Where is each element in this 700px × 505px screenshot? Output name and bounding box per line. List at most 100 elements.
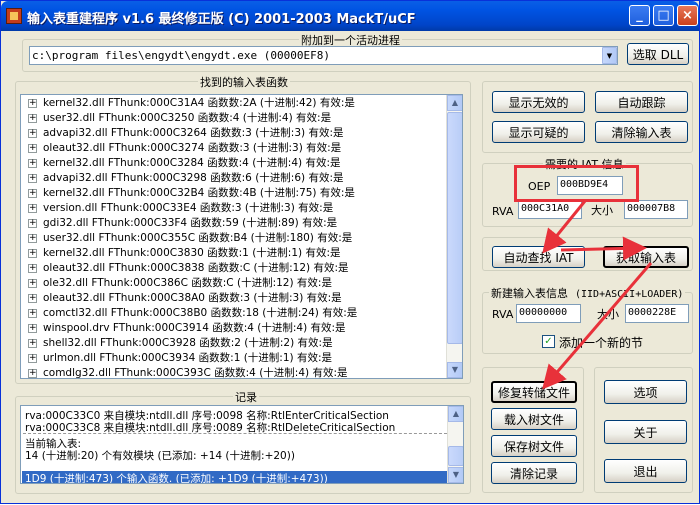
import-tree-row-label: comdlg32.dll FThunk:000C393C 函数数:4 (十进制:… [43,367,348,379]
size-label: 大小 [591,204,613,217]
imports-tree-rows: + kernel32.dll FThunk:000C31A4 函数数:2A (十进… [21,96,447,379]
get-imports-button[interactable]: 获取输入表 [603,246,689,268]
import-tree-row[interactable]: + oleaut32.dll FThunk:000C3838 函数数:C (十进制… [21,261,447,276]
import-tree-row-label: oleaut32.dll FThunk:000C3838 函数数:C (十进制:… [43,262,349,274]
expand-plus-icon[interactable]: + [28,189,37,198]
expand-plus-icon[interactable]: + [28,204,37,213]
log-separator [23,433,447,434]
import-tree-row-label: winspool.drv FThunk:000C3914 函数数:4 (十进制:… [43,322,346,334]
add-section-label: 添加一个新的节 [559,336,644,350]
import-tree-row[interactable]: + kernel32.dll FThunk:000C3284 函数数:4 (十进制… [21,156,447,171]
expand-plus-icon[interactable]: + [28,279,37,288]
import-tree-row[interactable]: + ole32.dll FThunk:000C386C 函数数:C (十进制:12… [21,276,447,291]
iat-size-field[interactable]: 000007B8 [624,200,688,219]
imports-scroll-thumb[interactable] [447,112,462,344]
auto-trace-button[interactable]: 自动跟踪 [595,91,688,113]
expand-plus-icon[interactable]: + [28,369,37,378]
import-tree-row[interactable]: + user32.dll FThunk:000C355C 函数数:B4 (十进制:… [21,231,447,246]
import-tree-row[interactable]: + advapi32.dll FThunk:000C3298 函数数:6 (十进制… [21,171,447,186]
options-button[interactable]: 选项 [604,380,687,404]
process-dropdown-arrow[interactable]: ▼ [602,47,617,64]
close-button[interactable]: × [677,5,698,26]
log-line: 14 (十进制:20) 个有效模块 (已添加: +14 (十进制:+20)) [25,450,295,462]
import-tree-row[interactable]: + gdi32.dll FThunk:000C33F4 函数数:59 (十进制:8… [21,216,447,231]
clear-imports-button[interactable]: 清除输入表 [595,121,688,143]
import-tree-row[interactable]: + version.dll FThunk:000C33E4 函数数:3 (十进制:… [21,201,447,216]
import-tree-row[interactable]: + comctl32.dll FThunk:000C38B0 函数数:18 (十进… [21,306,447,321]
scroll-up-icon[interactable]: ▲ [448,406,463,422]
expand-plus-icon[interactable]: + [28,324,37,333]
new-rva-label: RVA [492,308,514,321]
about-button[interactable]: 关于 [604,420,687,444]
import-tree-row[interactable]: + shell32.dll FThunk:000C3928 函数数:2 (十进制:… [21,336,447,351]
import-tree-row[interactable]: + winspool.drv FThunk:000C3914 函数数:4 (十进制… [21,321,447,336]
add-section-checkbox[interactable]: ✓ [542,335,555,348]
window-title: 输入表重建程序 v1.6 最终修正版 (C) 2001-2003 MackT/u… [27,12,416,27]
import-tree-row-label: comctl32.dll FThunk:000C38B0 函数数:18 (十进制… [43,307,358,319]
rva-label: RVA [492,205,514,218]
clear-log-button[interactable]: 清除记录 [491,462,577,484]
scroll-down-icon[interactable]: ▼ [448,467,463,483]
scroll-up-icon[interactable]: ▲ [447,95,462,111]
import-tree-row[interactable]: + oleaut32.dll FThunk:000C38A0 函数数:3 (十进制… [21,291,447,306]
expand-plus-icon[interactable]: + [28,234,37,243]
import-tree-row-label: shell32.dll FThunk:000C3928 函数数:2 (十进制:2… [43,337,333,349]
fix-dump-button[interactable]: 修复转储文件 [491,381,577,403]
save-tree-button[interactable]: 保存树文件 [491,435,577,457]
exit-button[interactable]: 退出 [604,459,687,483]
oep-highlight-box [514,165,639,202]
expand-plus-icon[interactable]: + [28,339,37,348]
main-window: 输入表重建程序 v1.6 最终修正版 (C) 2001-2003 MackT/u… [0,0,700,504]
show-invalid-button[interactable]: 显示无效的 [492,91,585,113]
expand-plus-icon[interactable]: + [28,294,37,303]
import-tree-row-label: oleaut32.dll FThunk:000C38A0 函数数:3 (十进制:… [43,292,342,304]
new-size-label: 大小 [597,308,619,321]
expand-plus-icon[interactable]: + [28,219,37,228]
expand-plus-icon[interactable]: + [28,114,37,123]
expand-plus-icon[interactable]: + [28,249,37,258]
minimize-button[interactable]: _ [629,5,650,26]
process-select-value: c:\program files\engydt\engydt.exe (0000… [32,49,331,62]
expand-plus-icon[interactable]: + [28,264,37,273]
new-size-field[interactable]: 0000228E [625,304,689,323]
process-select[interactable]: c:\program files\engydt\engydt.exe (0000… [29,46,618,65]
import-tree-row-label: kernel32.dll FThunk:000C31A4 函数数:2A (十进制… [43,97,355,109]
expand-plus-icon[interactable]: + [28,144,37,153]
log-group-label: 记录 [233,389,259,405]
show-suspect-button[interactable]: 显示可疑的 [492,121,585,143]
title-bar[interactable]: 输入表重建程序 v1.6 最终修正版 (C) 2001-2003 MackT/u… [1,1,699,31]
log-line-selected: 1D9 (十进制:473) 个输入函数. (已添加: +1D9 (十进制:+47… [25,473,328,484]
log-vscroll[interactable]: ▲ ▼ [447,406,463,483]
iat-autosearch-button[interactable]: 自动查找 IAT [492,246,585,268]
imports-vscroll[interactable]: ▲ ▼ [446,95,462,378]
iat-rva-field[interactable]: 000C31A0 [518,200,582,219]
expand-plus-icon[interactable]: + [28,159,37,168]
new-rva-field[interactable]: 00000000 [516,304,581,323]
log-list[interactable]: rva:000C33C0 来自模块:ntdll.dll 序号:0098 名称:R… [20,405,464,484]
imports-tree[interactable]: + kernel32.dll FThunk:000C31A4 函数数:2A (十进… [20,94,463,379]
maximize-button[interactable]: □ [653,5,674,26]
pick-dll-button[interactable]: 选取 DLL [627,43,689,65]
expand-plus-icon[interactable]: + [28,309,37,318]
import-tree-row[interactable]: + urlmon.dll FThunk:000C3934 函数数:1 (十进制:1… [21,351,447,366]
log-scroll-thumb[interactable] [448,446,463,466]
import-tree-row[interactable]: + kernel32.dll FThunk:000C3830 函数数:1 (十进制… [21,246,447,261]
import-tree-row[interactable]: + advapi32.dll FThunk:000C3264 函数数:3 (十进制… [21,126,447,141]
import-tree-row[interactable]: + kernel32.dll FThunk:000C32B4 函数数:4B (十进… [21,186,447,201]
new-iat-group-label: 新建输入表信息 (IID+ASCII+LOADER) [489,285,686,301]
import-tree-row-label: advapi32.dll FThunk:000C3264 函数数:3 (十进制:… [43,127,344,139]
load-tree-button[interactable]: 载入树文件 [491,408,577,430]
import-tree-row[interactable]: + comdlg32.dll FThunk:000C393C 函数数:4 (十进制… [21,366,447,379]
import-tree-row[interactable]: + user32.dll FThunk:000C3250 函数数:4 (十进制:4… [21,111,447,126]
expand-plus-icon[interactable]: + [28,99,37,108]
import-tree-row-label: ole32.dll FThunk:000C386C 函数数:C (十进制:12)… [43,277,332,289]
import-tree-row-label: urlmon.dll FThunk:000C3934 函数数:1 (十进制:1)… [43,352,332,364]
import-tree-row[interactable]: + oleaut32.dll FThunk:000C3274 函数数:3 (十进制… [21,141,447,156]
expand-plus-icon[interactable]: + [28,174,37,183]
import-tree-row-label: version.dll FThunk:000C33E4 函数数:3 (十进制:3… [43,202,334,214]
expand-plus-icon[interactable]: + [28,129,37,138]
imports-group-label: 找到的输入表函数 [198,74,290,90]
import-tree-row[interactable]: + kernel32.dll FThunk:000C31A4 函数数:2A (十进… [21,96,447,111]
scroll-down-icon[interactable]: ▼ [447,362,462,378]
expand-plus-icon[interactable]: + [28,354,37,363]
